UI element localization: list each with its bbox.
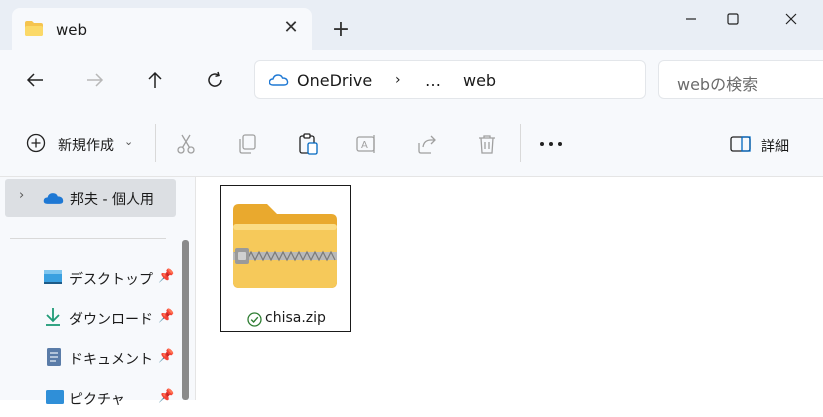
trash-icon xyxy=(479,135,495,154)
address-row: OneDrive › … web webの検索 xyxy=(0,50,823,110)
share-icon xyxy=(418,135,436,154)
details-label: 詳細 xyxy=(761,139,789,155)
maximize-icon xyxy=(727,13,739,25)
close-window-button[interactable] xyxy=(768,2,814,36)
file-item[interactable]: chisa.zip xyxy=(220,185,351,332)
file-name: chisa.zip xyxy=(265,310,326,326)
forward-button[interactable] xyxy=(78,63,112,97)
breadcrumb-web[interactable]: web xyxy=(463,71,496,90)
details-button[interactable]: 詳細 xyxy=(730,134,800,156)
close-icon[interactable]: ✕ xyxy=(280,17,302,39)
command-bar: 新規作成 ⌄ A 詳細 xyxy=(0,110,823,177)
pin-icon[interactable]: 📌 xyxy=(158,389,174,404)
paste-button[interactable] xyxy=(294,130,322,158)
zip-folder-icon xyxy=(233,204,337,288)
arrow-right-icon xyxy=(87,73,104,87)
pictures-icon xyxy=(46,390,64,404)
sidebar-item-documents[interactable]: ドキュメント 📌 xyxy=(5,339,176,377)
new-label: 新規作成 xyxy=(58,138,114,154)
refresh-button[interactable] xyxy=(198,63,232,97)
tab-web[interactable]: web ✕ xyxy=(12,8,312,50)
chevron-right-icon[interactable]: › xyxy=(19,188,24,203)
copy-icon xyxy=(239,134,256,154)
search-box[interactable]: webの検索 xyxy=(658,60,823,99)
clipboard-icon xyxy=(299,133,318,155)
rename-icon: A xyxy=(356,135,375,153)
arrow-up-icon xyxy=(148,71,162,88)
sidebar-item-label: ダウンロード xyxy=(69,312,153,328)
minimize-icon xyxy=(686,18,696,20)
address-bar[interactable]: OneDrive › … web xyxy=(254,60,646,99)
maximize-button[interactable] xyxy=(710,2,756,36)
desktop-icon xyxy=(44,270,62,284)
search-input[interactable]: webの検索 xyxy=(677,71,758,95)
up-button[interactable] xyxy=(138,63,172,97)
breadcrumb-ellipsis[interactable]: … xyxy=(425,71,441,90)
tab-title: web xyxy=(56,21,88,39)
plus-circle-icon xyxy=(26,133,46,153)
title-bar: web ✕ + xyxy=(0,0,823,50)
scissors-icon xyxy=(177,134,195,154)
minimize-button[interactable] xyxy=(668,2,714,36)
navigation-pane: › 邦夫 - 個人用 デスクトップ 📌 ダウンロード 📌 ドキュメント 📌 ピク… xyxy=(0,177,195,408)
pin-icon[interactable]: 📌 xyxy=(158,309,174,324)
sidebar-item-label: ピクチャ xyxy=(69,392,125,408)
svg-text:A: A xyxy=(361,140,368,151)
document-icon xyxy=(47,348,61,366)
sidebar-item-label: デスクトップ xyxy=(69,272,153,288)
sidebar-item-label: ドキュメント xyxy=(69,352,153,368)
divider xyxy=(155,124,156,162)
delete-button[interactable] xyxy=(473,130,501,158)
sidebar-item-pictures[interactable]: ピクチャ 📌 xyxy=(5,379,176,417)
onedrive-icon xyxy=(269,74,289,86)
copy-button[interactable] xyxy=(233,130,261,158)
chevron-right-icon[interactable]: › xyxy=(395,72,401,88)
onedrive-icon xyxy=(43,193,64,204)
download-icon xyxy=(46,308,60,326)
sidebar-item-desktop[interactable]: デスクトップ 📌 xyxy=(5,259,176,297)
pin-icon[interactable]: 📌 xyxy=(158,269,174,284)
back-button[interactable] xyxy=(18,63,52,97)
refresh-icon xyxy=(208,71,222,87)
sidebar-item-downloads[interactable]: ダウンロード 📌 xyxy=(5,299,176,337)
share-button[interactable] xyxy=(413,130,441,158)
plus-icon[interactable]: + xyxy=(329,18,353,42)
divider xyxy=(520,124,521,162)
rename-button[interactable]: A xyxy=(353,130,381,158)
more-options-button[interactable] xyxy=(537,130,565,158)
chevron-down-icon: ⌄ xyxy=(124,135,134,148)
sidebar-item-label: 邦夫 - 個人用 xyxy=(70,192,154,208)
arrow-left-icon xyxy=(26,73,43,87)
new-button[interactable]: 新規作成 ⌄ xyxy=(26,132,138,158)
cut-button[interactable] xyxy=(172,130,200,158)
details-pane-icon xyxy=(730,136,751,152)
pin-icon[interactable]: 📌 xyxy=(158,349,174,364)
sidebar-scrollbar[interactable] xyxy=(182,240,189,400)
breadcrumb-onedrive[interactable]: OneDrive xyxy=(297,71,372,90)
close-window-icon xyxy=(785,13,797,25)
divider xyxy=(10,238,166,239)
folder-icon xyxy=(25,21,43,36)
sidebar-item-onedrive-personal[interactable]: › 邦夫 - 個人用 xyxy=(5,179,176,217)
synced-check-icon xyxy=(247,312,262,327)
ellipsis-icon xyxy=(540,142,562,146)
